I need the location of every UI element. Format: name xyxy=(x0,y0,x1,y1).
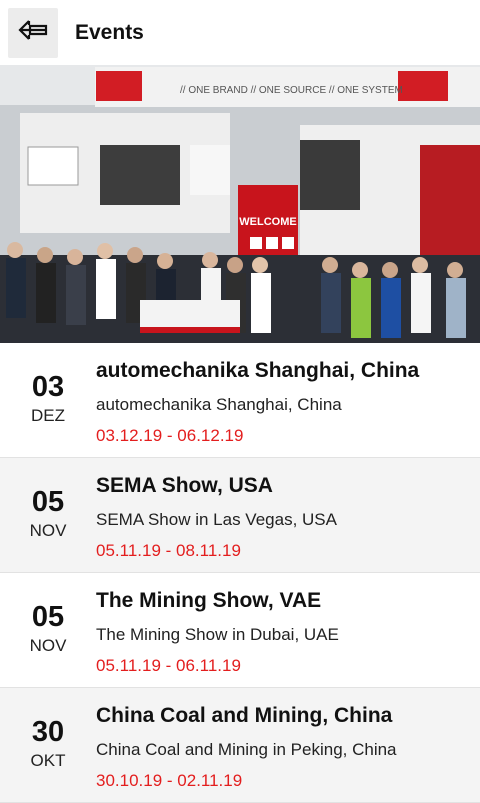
event-date: 03 DEZ xyxy=(0,343,96,457)
list-item[interactable]: 30 OKT China Coal and Mining, China Chin… xyxy=(0,688,480,803)
event-date-range: 05.11.19 - 06.11.19 xyxy=(96,656,241,675)
event-subtitle: automechanika Shanghai, China xyxy=(96,395,342,414)
back-button[interactable] xyxy=(8,7,58,58)
event-title: The Mining Show, VAE xyxy=(96,589,322,612)
welcome-sign: WELCOME xyxy=(239,216,296,228)
event-date: 05 NOV xyxy=(0,573,96,687)
event-date-range: 30.10.19 - 02.11.19 xyxy=(96,771,243,790)
event-month: NOV xyxy=(29,636,67,655)
event-date: 05 NOV xyxy=(0,458,96,572)
event-info: China Coal and Mining, China China Coal … xyxy=(96,688,480,802)
event-month: OKT xyxy=(30,751,66,770)
banner-text: // ONE BRAND // ONE SOURCE // ONE SYSTEM xyxy=(180,85,403,96)
event-day: 03 xyxy=(31,371,65,403)
page-title: Events xyxy=(75,20,144,44)
event-day: 05 xyxy=(31,601,65,633)
event-date: 30 OKT xyxy=(0,688,96,802)
app-bar: Events xyxy=(0,0,480,65)
event-date-range: 03.12.19 - 06.12.19 xyxy=(96,426,244,445)
arrow-left-icon xyxy=(17,18,49,47)
event-date-range: 05.11.19 - 08.11.19 xyxy=(96,541,241,560)
event-info: automechanika Shanghai, China automechan… xyxy=(96,343,480,457)
event-day: 30 xyxy=(31,716,65,748)
event-info: SEMA Show, USA SEMA Show in Las Vegas, U… xyxy=(96,458,480,572)
event-subtitle: China Coal and Mining in Peking, China xyxy=(96,740,397,759)
list-item[interactable]: 05 NOV The Mining Show, VAE The Mining S… xyxy=(0,573,480,688)
list-item[interactable]: 05 NOV SEMA Show, USA SEMA Show in Las V… xyxy=(0,458,480,573)
event-subtitle: The Mining Show in Dubai, UAE xyxy=(96,625,339,644)
event-day: 05 xyxy=(31,486,65,518)
events-list: 03 DEZ automechanika Shanghai, China aut… xyxy=(0,343,480,803)
event-month: NOV xyxy=(29,521,67,540)
event-subtitle: SEMA Show in Las Vegas, USA xyxy=(96,510,337,529)
event-title: automechanika Shanghai, China xyxy=(96,359,420,382)
list-item[interactable]: 03 DEZ automechanika Shanghai, China aut… xyxy=(0,343,480,458)
event-month: DEZ xyxy=(31,406,65,425)
event-title: SEMA Show, USA xyxy=(96,474,273,497)
event-title: China Coal and Mining, China xyxy=(96,704,393,727)
event-info: The Mining Show, VAE The Mining Show in … xyxy=(96,573,480,687)
hero-image: // ONE BRAND // ONE SOURCE // ONE SYSTEM… xyxy=(0,65,480,343)
